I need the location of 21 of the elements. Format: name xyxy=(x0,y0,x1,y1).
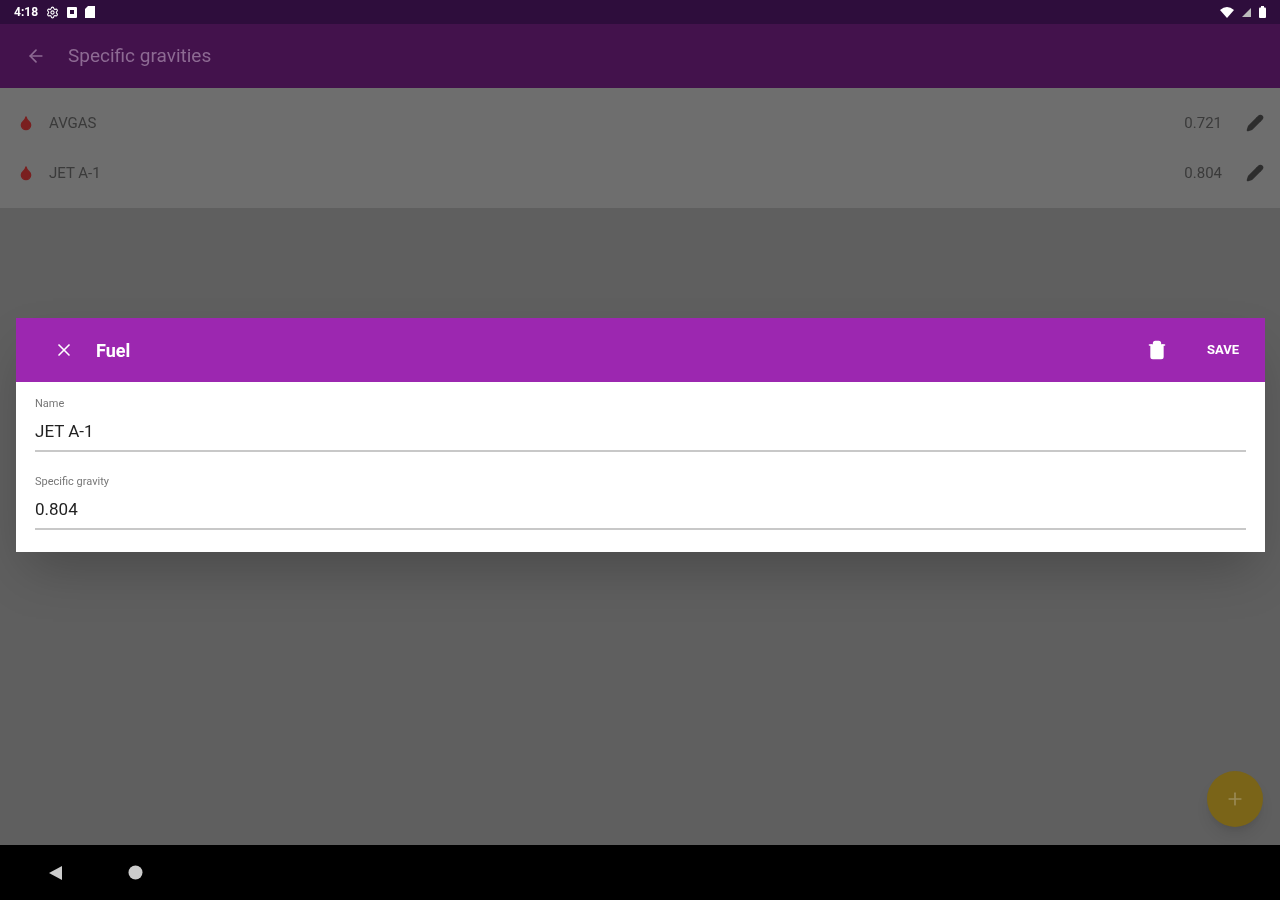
drop-icon xyxy=(18,165,34,181)
edit-icon[interactable] xyxy=(1246,114,1264,132)
app-bar-title: Specific gravities xyxy=(68,42,212,69)
battery-icon xyxy=(1259,6,1266,18)
field-label: Name xyxy=(35,396,66,412)
dialog-title: Fuel xyxy=(96,338,131,363)
signal-icon xyxy=(1242,7,1251,17)
drop-icon xyxy=(18,115,34,131)
back-icon[interactable] xyxy=(47,864,63,881)
gear-icon xyxy=(46,5,60,19)
text-field[interactable]: 0.804 xyxy=(35,496,1246,530)
edit-icon[interactable] xyxy=(1246,164,1264,182)
field-label: Specific gravity xyxy=(35,474,110,490)
text-field[interactable]: JET A-1 xyxy=(35,418,1246,452)
notification-icon xyxy=(67,6,78,18)
sd-card-icon xyxy=(85,6,96,18)
wifi-icon xyxy=(1220,6,1234,18)
status-time: 4:18 xyxy=(14,4,39,21)
trash-icon[interactable] xyxy=(1146,340,1167,360)
home-icon[interactable] xyxy=(128,865,143,880)
save-button[interactable]: SAVE xyxy=(1206,340,1239,360)
